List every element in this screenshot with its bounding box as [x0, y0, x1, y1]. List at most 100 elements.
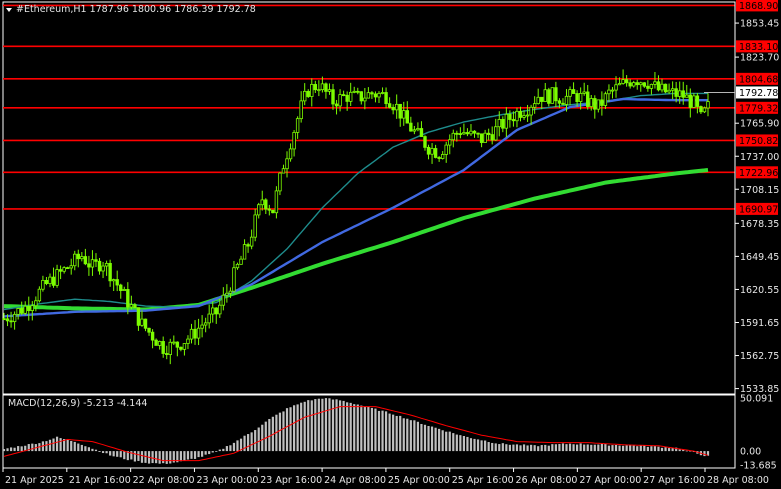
candle-body	[324, 83, 328, 92]
candle-body	[278, 172, 282, 192]
macd-bar	[381, 410, 384, 452]
candle-body	[211, 307, 215, 315]
candle-body	[19, 308, 24, 314]
macd-bar	[607, 445, 611, 452]
price-tick-label: 1765.90	[740, 119, 779, 130]
macd-bar	[597, 444, 600, 452]
candle-body	[448, 139, 452, 146]
candle-body	[292, 132, 296, 150]
macd-bar	[561, 443, 565, 452]
candle-body	[511, 119, 516, 122]
candle-body	[23, 305, 27, 314]
macd-bar	[632, 445, 635, 452]
candle-body	[203, 322, 208, 326]
candle-body	[338, 94, 342, 107]
macd-bar	[158, 451, 161, 464]
macd-bar	[462, 435, 465, 452]
macd-bar	[508, 444, 511, 452]
candle-body	[497, 119, 501, 128]
candle-body	[377, 92, 381, 98]
candle-body	[5, 318, 10, 322]
macd-bar	[646, 446, 649, 452]
candle-body	[225, 292, 229, 296]
candle-body	[94, 259, 98, 262]
candle-body	[115, 279, 119, 286]
macd-bar	[13, 447, 16, 452]
candle-body	[228, 290, 233, 294]
time-tick-label: 28 Apr 08:00	[707, 475, 769, 486]
macd-bar	[6, 448, 9, 452]
candle-body	[271, 209, 275, 214]
macd-bar	[455, 434, 458, 452]
macd-bar	[353, 404, 356, 452]
candle-body	[313, 84, 318, 91]
candle-body	[9, 320, 13, 323]
candle-body	[366, 92, 371, 99]
candle-body	[16, 308, 20, 315]
macd-bar	[367, 406, 370, 452]
candle-body	[628, 82, 632, 87]
candle-body	[260, 199, 264, 206]
level-label: 1868.90	[739, 1, 778, 12]
macd-bar	[59, 438, 62, 452]
symbol-header: #Ethereum,H1 1787.96 1800.96 1786.39 179…	[16, 4, 256, 15]
candle-body	[65, 267, 70, 270]
candle-body	[603, 93, 608, 106]
macd-bar	[576, 444, 579, 452]
candle-body	[610, 89, 615, 92]
macd-header: MACD(12,26,9) -5.213 -4.144	[8, 398, 147, 409]
candle-body	[303, 90, 307, 102]
candle-body	[437, 157, 441, 159]
chart-canvas: 1853.45 1823.70 1765.90 1737.00 1708.15 1678.…	[0, 0, 781, 489]
candle-body	[504, 113, 509, 129]
price-tick-label: 1562.75	[740, 351, 779, 362]
time-tick-label: 22 Apr 08:00	[133, 475, 195, 486]
candle-body	[242, 244, 247, 260]
macd-bar	[55, 436, 59, 452]
macd-bar	[438, 428, 441, 452]
macd-bar	[586, 444, 589, 452]
price-tick-label: 1649.45	[740, 252, 779, 263]
candle-body	[2, 318, 6, 321]
candle-body	[295, 118, 300, 133]
candle-body	[508, 113, 512, 120]
candle-body	[412, 129, 417, 132]
candle-body	[575, 93, 579, 102]
macd-bar	[568, 443, 572, 452]
candle-body	[568, 89, 572, 97]
level-label: 1833.10	[739, 42, 778, 53]
macd-bar	[685, 450, 688, 452]
macd-bar	[31, 443, 34, 452]
macd-bar	[667, 448, 671, 452]
macd-bar	[183, 451, 186, 461]
candle-body	[12, 313, 17, 322]
price-tick-label: 1591.65	[740, 318, 779, 329]
macd-bar	[310, 400, 313, 452]
macd-bar	[300, 402, 303, 452]
candle-body	[214, 307, 218, 315]
candle-body	[76, 253, 80, 260]
macd-bar	[590, 444, 593, 452]
candle-body	[189, 328, 194, 340]
candle-body	[150, 331, 155, 341]
candle-body	[617, 83, 622, 86]
candle-body	[104, 262, 109, 267]
macd-bar	[261, 424, 264, 452]
candle-body	[108, 262, 112, 282]
time-tick-label: 26 Apr 08:00	[516, 475, 578, 486]
macd-bar	[643, 445, 646, 452]
macd-bar	[363, 406, 366, 452]
candle-body	[462, 132, 466, 135]
candle-body	[522, 115, 526, 118]
macd-bar	[614, 444, 618, 452]
macd-bar	[512, 444, 515, 452]
current-price-label: 1792.78	[739, 88, 778, 99]
candle-body	[285, 158, 289, 170]
macd-bar	[222, 448, 225, 452]
candle-body	[331, 89, 335, 105]
candle-body	[688, 94, 693, 108]
macd-tick-label: 50.091	[740, 394, 773, 405]
macd-bar	[487, 442, 490, 452]
candle-body	[653, 81, 657, 85]
macd-bar	[215, 451, 218, 452]
